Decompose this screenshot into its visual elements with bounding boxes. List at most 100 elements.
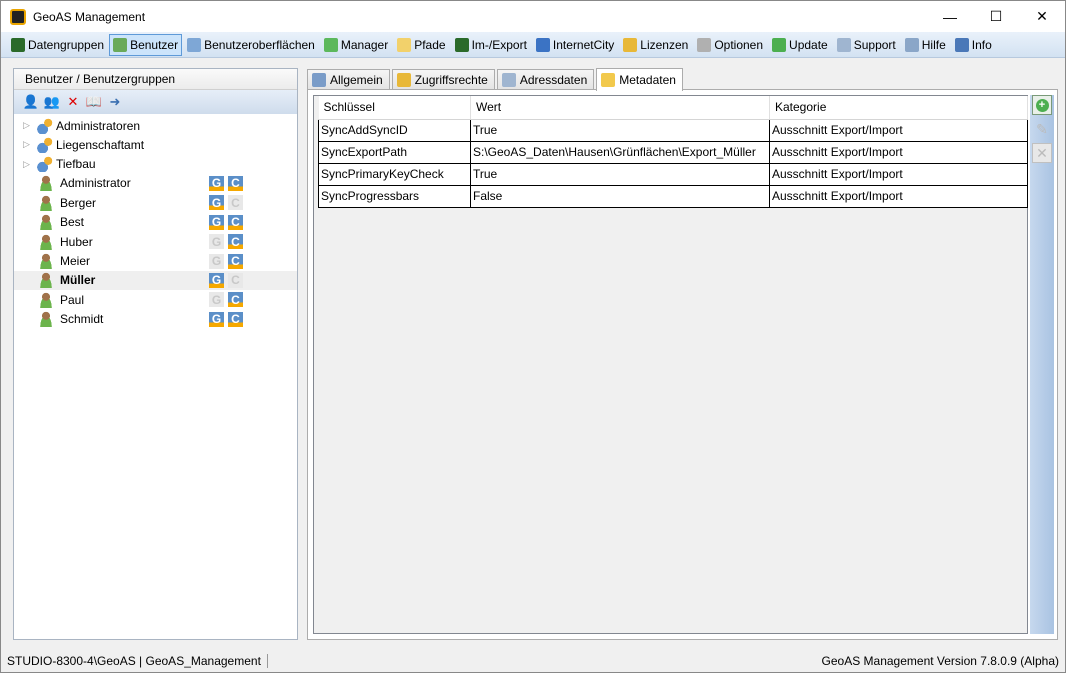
menu-benutzer[interactable]: Benutzer <box>109 33 183 56</box>
menu-support[interactable]: Support <box>833 34 900 56</box>
menu-label: Benutzeroberflächen <box>204 37 315 52</box>
menu-im-export[interactable]: Im-/Export <box>451 34 531 56</box>
table-cell[interactable]: Ausschnitt Export/Import <box>769 140 1028 164</box>
column-header[interactable]: Kategorie <box>769 96 1028 120</box>
table-cell[interactable]: S:\GeoAS_Daten\Hausen\Grünflächen\Export… <box>470 140 770 164</box>
table-cell[interactable]: False <box>470 184 770 208</box>
menu-datengruppen[interactable]: Datengruppen <box>7 34 108 56</box>
table-row[interactable]: SyncPrimaryKeyCheck True Ausschnitt Export… <box>318 162 1028 186</box>
grid-side-toolbar: + ✎ ✕ <box>1030 95 1054 634</box>
menu-label: Pfade <box>414 37 446 52</box>
table-cell[interactable]: SyncPrimaryKeyCheck <box>318 162 471 186</box>
status-version: GeoAS Management Version 7.8.0.9 (Alpha) <box>821 654 1059 668</box>
group-icon <box>37 117 53 134</box>
user-label: Berger <box>60 195 97 210</box>
book-button[interactable]: 📖 <box>86 94 102 110</box>
panel-header: Benutzer / Benutzergruppen <box>14 69 297 90</box>
tree-user[interactable]: Administrator G C <box>14 174 297 193</box>
expand-icon[interactable]: ▷ <box>23 159 30 170</box>
mail-icon <box>836 37 851 52</box>
c-badge-icon: C <box>228 311 243 327</box>
user-icon <box>38 233 54 250</box>
add-user-button[interactable]: 👤 <box>23 94 39 110</box>
menu-benutzeroberflächen[interactable]: Benutzeroberflächen <box>183 34 319 56</box>
wrench-icon <box>312 73 326 87</box>
user-icon <box>38 194 54 211</box>
tree-user[interactable]: Meier G C <box>14 252 297 271</box>
menu-label: InternetCity <box>552 37 615 52</box>
table-cell[interactable]: True <box>470 118 770 142</box>
menu-label: Support <box>853 37 896 52</box>
user-icon <box>38 272 54 289</box>
menu-label: Lizenzen <box>640 37 689 52</box>
user-icon <box>38 311 54 328</box>
menu-internetcity[interactable]: InternetCity <box>532 34 618 56</box>
menu-label: Benutzer <box>130 37 179 52</box>
g-badge-icon: G <box>209 272 224 288</box>
user-forward-button[interactable]: ➜ <box>107 94 123 110</box>
table-cell[interactable]: SyncExportPath <box>318 140 471 164</box>
menu-optionen[interactable]: Optionen <box>693 34 767 56</box>
g-badge-icon: G <box>209 311 224 327</box>
menu-info[interactable]: Info <box>951 34 996 56</box>
tree-user[interactable]: Müller G C <box>14 270 297 290</box>
tab-label: Zugriffsrechte <box>414 73 488 87</box>
expand-icon[interactable]: ▷ <box>23 139 30 150</box>
menu-label: Hilfe <box>921 37 946 52</box>
note-icon <box>601 73 616 87</box>
maximize-button[interactable]: ☐ <box>973 1 1019 32</box>
tree-group[interactable]: ▷ Tiefbau <box>14 155 297 174</box>
add-group-button[interactable]: 👥 <box>44 94 60 110</box>
table-cell[interactable]: Ausschnitt Export/Import <box>769 162 1028 186</box>
column-header[interactable]: Schlüssel <box>318 96 471 120</box>
tree-user[interactable]: Paul G C <box>14 290 297 309</box>
table-row[interactable]: SyncExportPath S:\GeoAS_Daten\Hausen\Grün… <box>318 140 1028 164</box>
menu-lizenzen[interactable]: Lizenzen <box>619 34 692 56</box>
tree-user[interactable]: Schmidt G C <box>14 310 297 329</box>
expand-icon[interactable]: ▷ <box>23 120 30 131</box>
main-toolbar: Datengruppen Benutzer Benutzeroberflächen M… <box>1 32 1065 58</box>
tree-group[interactable]: ▷ Administratoren <box>14 116 297 135</box>
table-cell[interactable]: Ausschnitt Export/Import <box>769 118 1028 142</box>
menu-hilfe[interactable]: Hilfe <box>901 34 950 56</box>
delete-button[interactable]: ✕ <box>1032 143 1052 163</box>
add-button[interactable]: + <box>1032 95 1052 115</box>
tree-user[interactable]: Best G C <box>14 213 297 232</box>
user-label: Administrator <box>60 176 131 191</box>
menu-update[interactable]: Update <box>768 34 832 56</box>
close-button[interactable]: ✕ <box>1019 1 1065 32</box>
tree-user[interactable]: Berger G C <box>14 193 297 212</box>
tab-adressdaten[interactable]: Adressdaten <box>496 69 595 90</box>
app-icon <box>10 8 26 25</box>
title-bar: GeoAS Management — ☐ ✕ <box>1 1 1065 32</box>
add-group-icon: 👥 <box>43 94 61 109</box>
city-icon <box>535 37 550 52</box>
table-cell[interactable]: SyncProgressbars <box>318 184 471 208</box>
column-header[interactable]: Wert <box>470 96 770 120</box>
table-row[interactable]: SyncProgressbars False Ausschnitt Export/I… <box>318 184 1028 208</box>
tab-metadaten[interactable]: Metadaten <box>596 68 683 91</box>
tree-group[interactable]: ▷ Liegenschaftamt <box>14 135 297 154</box>
tab-zugriffsrechte[interactable]: Zugriffsrechte <box>391 69 495 90</box>
tab-allgemein[interactable]: Allgemein <box>307 69 390 90</box>
table-cell[interactable]: True <box>470 162 770 186</box>
menu-pfade[interactable]: Pfade <box>393 34 449 56</box>
status-connection: STUDIO-8300-4\GeoAS | GeoAS_Management <box>7 654 268 668</box>
user-icon <box>113 37 128 52</box>
table-cell[interactable]: Ausschnitt Export/Import <box>769 184 1028 208</box>
c-badge-icon: C <box>228 214 243 230</box>
tree-user[interactable]: Huber G C <box>14 232 297 251</box>
user-toolbar: 👤 👥 ✕ 📖 ➜ <box>14 90 297 114</box>
plus-circle-icon: + <box>1035 98 1049 112</box>
table-cell[interactable]: SyncAddSyncID <box>318 118 471 142</box>
menu-label: Manager <box>340 37 389 52</box>
c-badge-icon: C <box>228 234 243 250</box>
g-badge-icon: G <box>209 253 224 269</box>
table-row[interactable]: SyncAddSyncID True Ausschnitt Export/Impor… <box>318 118 1028 142</box>
menu-manager[interactable]: Manager <box>320 34 392 56</box>
minimize-button[interactable]: — <box>927 1 973 32</box>
g-badge-icon: G <box>209 175 224 191</box>
delete-button[interactable]: ✕ <box>65 94 81 110</box>
user-label: Paul <box>60 292 85 307</box>
edit-button[interactable]: ✎ <box>1032 119 1052 139</box>
